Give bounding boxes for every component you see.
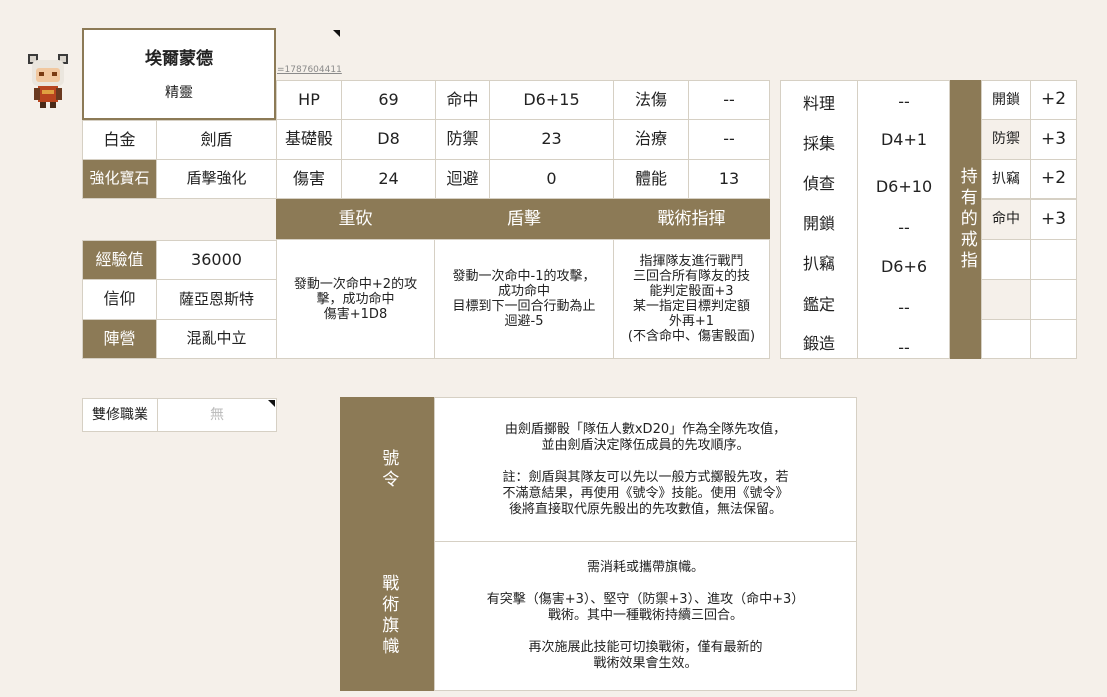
rings-title: 持有的戒指 [950, 80, 982, 359]
ring-label: 防禦 [981, 119, 1031, 160]
dual-class-value[interactable]: 無 [157, 398, 277, 432]
base-die-value: D8 [341, 119, 436, 160]
life-skill-value: -- [898, 92, 910, 111]
ring-value: +2 [1030, 80, 1077, 120]
class-cell: 劍盾 [156, 120, 277, 160]
defense-label: 防禦 [435, 119, 490, 160]
life-skill-value: D6+10 [875, 177, 933, 196]
character-race: 精靈 [165, 85, 193, 101]
skill-header: 重砍 [276, 199, 435, 240]
life-skill-label: 扒竊 [802, 254, 835, 273]
character-name-card: 埃爾蒙德 精靈 [82, 28, 276, 120]
dual-class-label: 雙修職業 [82, 398, 158, 432]
ring-empty-slot [1030, 239, 1077, 280]
ring-label: 扒竊 [981, 159, 1031, 199]
ring-label: 開鎖 [981, 80, 1031, 120]
magic-label: 法傷 [613, 80, 689, 120]
ring-empty-slot [1030, 319, 1077, 359]
ability-title: 戰術旗幟 [340, 541, 435, 691]
evade-value: 0 [489, 159, 614, 199]
base-die-label: 基礎骰 [276, 119, 342, 160]
life-skill-label: 鍛造 [802, 334, 835, 353]
life-skill-value: -- [898, 218, 910, 237]
skill-description: 發動一次命中-1的攻擊， 成功命中 目標到下一回合行動為止 迴避-5 [434, 239, 614, 359]
heal-label: 治療 [613, 119, 689, 160]
life-skill-label: 開鎖 [802, 214, 835, 233]
gem-value: 盾擊強化 [156, 159, 277, 199]
stamina-label: 體能 [613, 159, 689, 199]
ability-description-text: 由劍盾擲骰「隊伍人數xD20」作為全隊先攻值， 並由劍盾決定隊伍成員的先攻順序。… [502, 421, 789, 517]
stamina-value: 13 [688, 159, 770, 199]
avatar [22, 50, 74, 110]
hit-value: D6+15 [489, 80, 614, 120]
ring-value: +3 [1030, 199, 1077, 240]
corner-marker-icon [268, 400, 275, 407]
magic-value: -- [688, 80, 770, 120]
corner-marker-icon [333, 30, 340, 37]
ring-empty-slot [1030, 279, 1077, 320]
ability-description-text: 需消耗或攜帶旗幟。 有突擊（傷害+3）、堅守（防禦+3）、進攻（命中+3） 戰術… [486, 560, 805, 671]
evade-label: 迴避 [435, 159, 490, 199]
alignment-value: 混亂中立 [156, 319, 277, 359]
life-skill-value: D6+6 [880, 257, 928, 276]
heal-value: -- [688, 119, 770, 160]
ability-description: 由劍盾擲骰「隊伍人數xD20」作為全隊先攻值， 並由劍盾決定隊伍成員的先攻順序。… [434, 397, 857, 542]
skill-header: 盾擊 [434, 199, 614, 240]
skill-header: 戰術指揮 [613, 199, 770, 240]
character-id[interactable]: =1787604411 [277, 65, 342, 75]
life-skill-label: 鑑定 [802, 295, 835, 314]
damage-value: 24 [341, 159, 436, 199]
life-skill-value: -- [898, 298, 910, 317]
hp-label: HP [276, 80, 342, 120]
ring-empty-slot [981, 239, 1031, 280]
defense-value: 23 [489, 119, 614, 160]
faith-value: 薩亞恩斯特 [156, 279, 277, 320]
character-name: 埃爾蒙德 [145, 49, 213, 69]
ring-label: 命中 [981, 199, 1031, 240]
life-skill-label: 採集 [802, 134, 835, 153]
exp-value: 36000 [156, 240, 277, 280]
alignment-label: 陣營 [82, 319, 157, 359]
ring-value: +3 [1030, 119, 1077, 160]
ring-empty-slot [981, 319, 1031, 359]
ring-value: +2 [1030, 159, 1077, 199]
damage-label: 傷害 [276, 159, 342, 199]
life-skill-value: -- [898, 338, 910, 357]
skill-description: 發動一次命中+2的攻 擊，成功命中 傷害+1D8 [276, 239, 435, 359]
rank-cell: 白金 [82, 120, 157, 160]
faith-label: 信仰 [82, 279, 157, 320]
hit-label: 命中 [435, 80, 490, 120]
ability-description: 需消耗或攜帶旗幟。 有突擊（傷害+3）、堅守（防禦+3）、進攻（命中+3） 戰術… [434, 541, 857, 691]
life-skill-label: 料理 [802, 94, 835, 113]
life-skill-value: D4+1 [880, 130, 928, 149]
exp-label: 經驗值 [82, 240, 157, 280]
gem-label: 強化寶石 [82, 159, 157, 199]
life-skill-label: 偵查 [802, 174, 835, 193]
ring-empty-slot [981, 279, 1031, 320]
hp-value: 69 [341, 80, 436, 120]
skill-description: 指揮隊友進行戰鬥 三回合所有隊友的技 能判定骰面+3 某一指定目標判定額 外再+… [613, 239, 770, 359]
ability-title: 號令 [340, 397, 435, 542]
